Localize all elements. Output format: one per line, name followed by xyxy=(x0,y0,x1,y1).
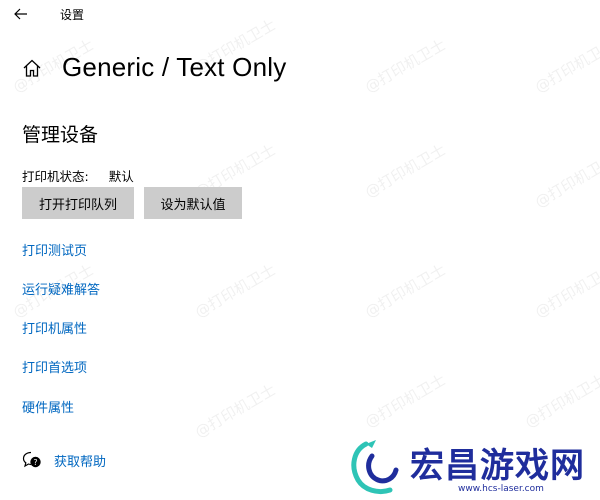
home-icon[interactable] xyxy=(20,56,44,80)
site-logo: 宏昌游戏网 www.hcs-laser.com xyxy=(346,436,596,498)
logo-text: 宏昌游戏网 xyxy=(410,446,585,486)
watermark: @打印机卫士 xyxy=(361,260,449,322)
open-print-queue-button[interactable]: 打开打印队列 xyxy=(22,187,134,219)
watermark: @打印机卫士 xyxy=(361,140,449,202)
set-default-button[interactable]: 设为默认值 xyxy=(144,187,242,219)
watermark: @打印机卫士 xyxy=(531,35,600,97)
watermark: @打印机卫士 xyxy=(361,370,449,432)
watermark: @打印机卫士 xyxy=(531,260,600,322)
svg-text:?: ? xyxy=(33,458,37,467)
title-bar: 设置 xyxy=(0,0,600,28)
chat-help-icon: ? xyxy=(22,451,41,468)
printer-status: 打印机状态: 默认 xyxy=(22,166,134,185)
arrow-left-icon xyxy=(14,8,27,20)
dragon-logo-icon xyxy=(351,440,399,495)
status-value: 默认 xyxy=(108,169,134,184)
status-label: 打印机状态: xyxy=(22,169,89,184)
get-help-link[interactable]: 获取帮助 xyxy=(54,451,106,470)
printing-preferences-link[interactable]: 打印首选项 xyxy=(22,357,87,376)
page-header: Generic / Text Only xyxy=(20,52,286,83)
watermark: @打印机卫士 xyxy=(361,35,449,97)
watermark: @打印机卫士 xyxy=(531,150,600,212)
get-help[interactable]: ? 获取帮助 xyxy=(22,450,106,470)
watermark: @打印机卫士 xyxy=(191,260,279,322)
logo-url: www.hcs-laser.com xyxy=(458,484,544,494)
print-test-page-link[interactable]: 打印测试页 xyxy=(22,240,87,259)
page-title: Generic / Text Only xyxy=(62,52,287,82)
run-troubleshooter-link[interactable]: 运行疑难解答 xyxy=(22,279,100,298)
watermark: @打印机卫士 xyxy=(521,370,600,432)
hardware-properties-link[interactable]: 硬件属性 xyxy=(22,397,74,416)
section-title: 管理设备 xyxy=(22,124,99,146)
back-button[interactable] xyxy=(10,3,32,25)
printer-properties-link[interactable]: 打印机属性 xyxy=(22,318,87,337)
window-title: 设置 xyxy=(60,8,85,22)
watermark: @打印机卫士 xyxy=(191,380,279,442)
